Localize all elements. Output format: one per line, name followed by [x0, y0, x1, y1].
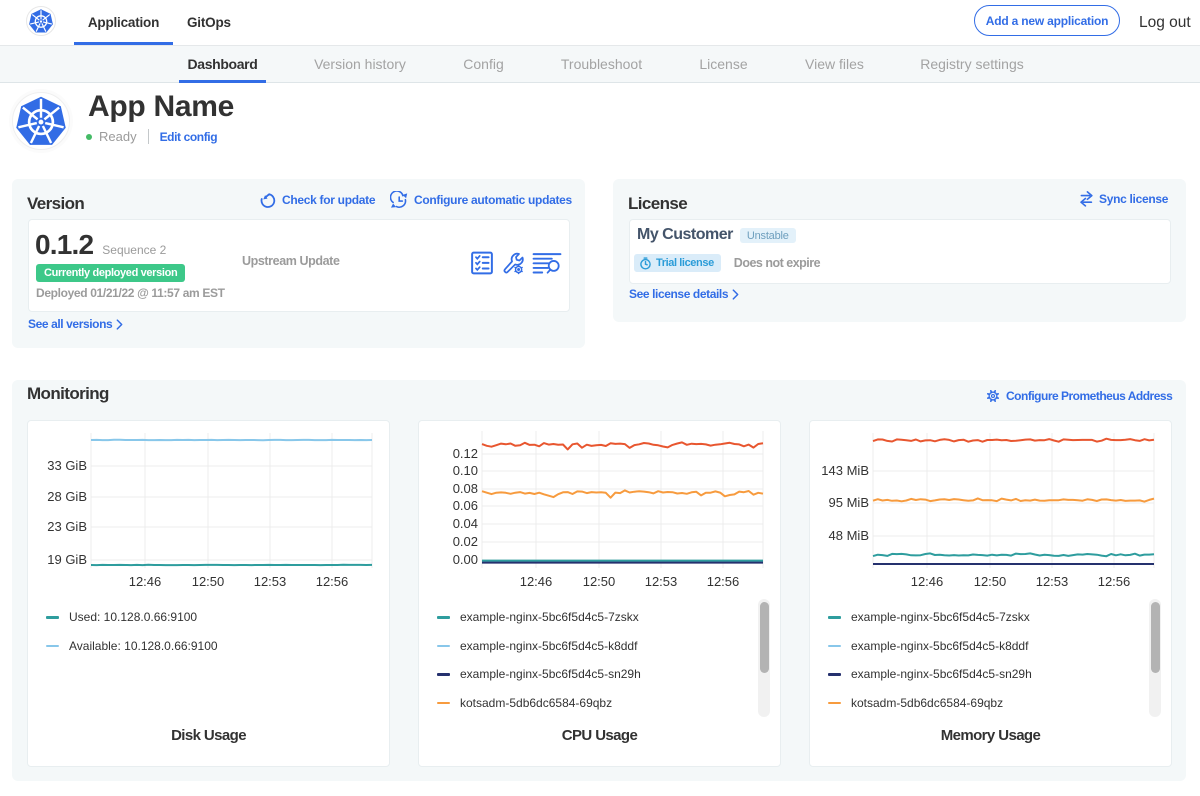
- svg-text:12:50: 12:50: [974, 574, 1007, 589]
- svg-text:12:56: 12:56: [1098, 574, 1131, 589]
- svg-text:0.04: 0.04: [453, 516, 478, 531]
- svg-text:0.10: 0.10: [453, 463, 478, 478]
- svg-text:12:46: 12:46: [520, 574, 553, 589]
- svg-text:33 GiB: 33 GiB: [47, 458, 87, 473]
- svg-text:0.02: 0.02: [453, 534, 478, 549]
- svg-text:12:46: 12:46: [129, 574, 162, 589]
- svg-text:12:56: 12:56: [707, 574, 740, 589]
- svg-text:12:50: 12:50: [583, 574, 616, 589]
- svg-text:95 MiB: 95 MiB: [829, 495, 869, 510]
- svg-text:12:50: 12:50: [192, 574, 225, 589]
- svg-text:19 GiB: 19 GiB: [47, 552, 87, 567]
- svg-text:12:53: 12:53: [1036, 574, 1069, 589]
- svg-text:0.12: 0.12: [453, 446, 478, 461]
- svg-text:0.00: 0.00: [453, 552, 478, 567]
- svg-text:12:53: 12:53: [254, 574, 287, 589]
- svg-text:0.08: 0.08: [453, 481, 478, 496]
- svg-text:0.06: 0.06: [453, 498, 478, 513]
- svg-text:12:46: 12:46: [911, 574, 944, 589]
- svg-text:143 MiB: 143 MiB: [821, 463, 869, 478]
- svg-text:48 MiB: 48 MiB: [829, 528, 869, 543]
- svg-text:12:56: 12:56: [316, 574, 349, 589]
- svg-text:12:53: 12:53: [645, 574, 678, 589]
- svg-text:28 GiB: 28 GiB: [47, 489, 87, 504]
- svg-text:23 GiB: 23 GiB: [47, 519, 87, 534]
